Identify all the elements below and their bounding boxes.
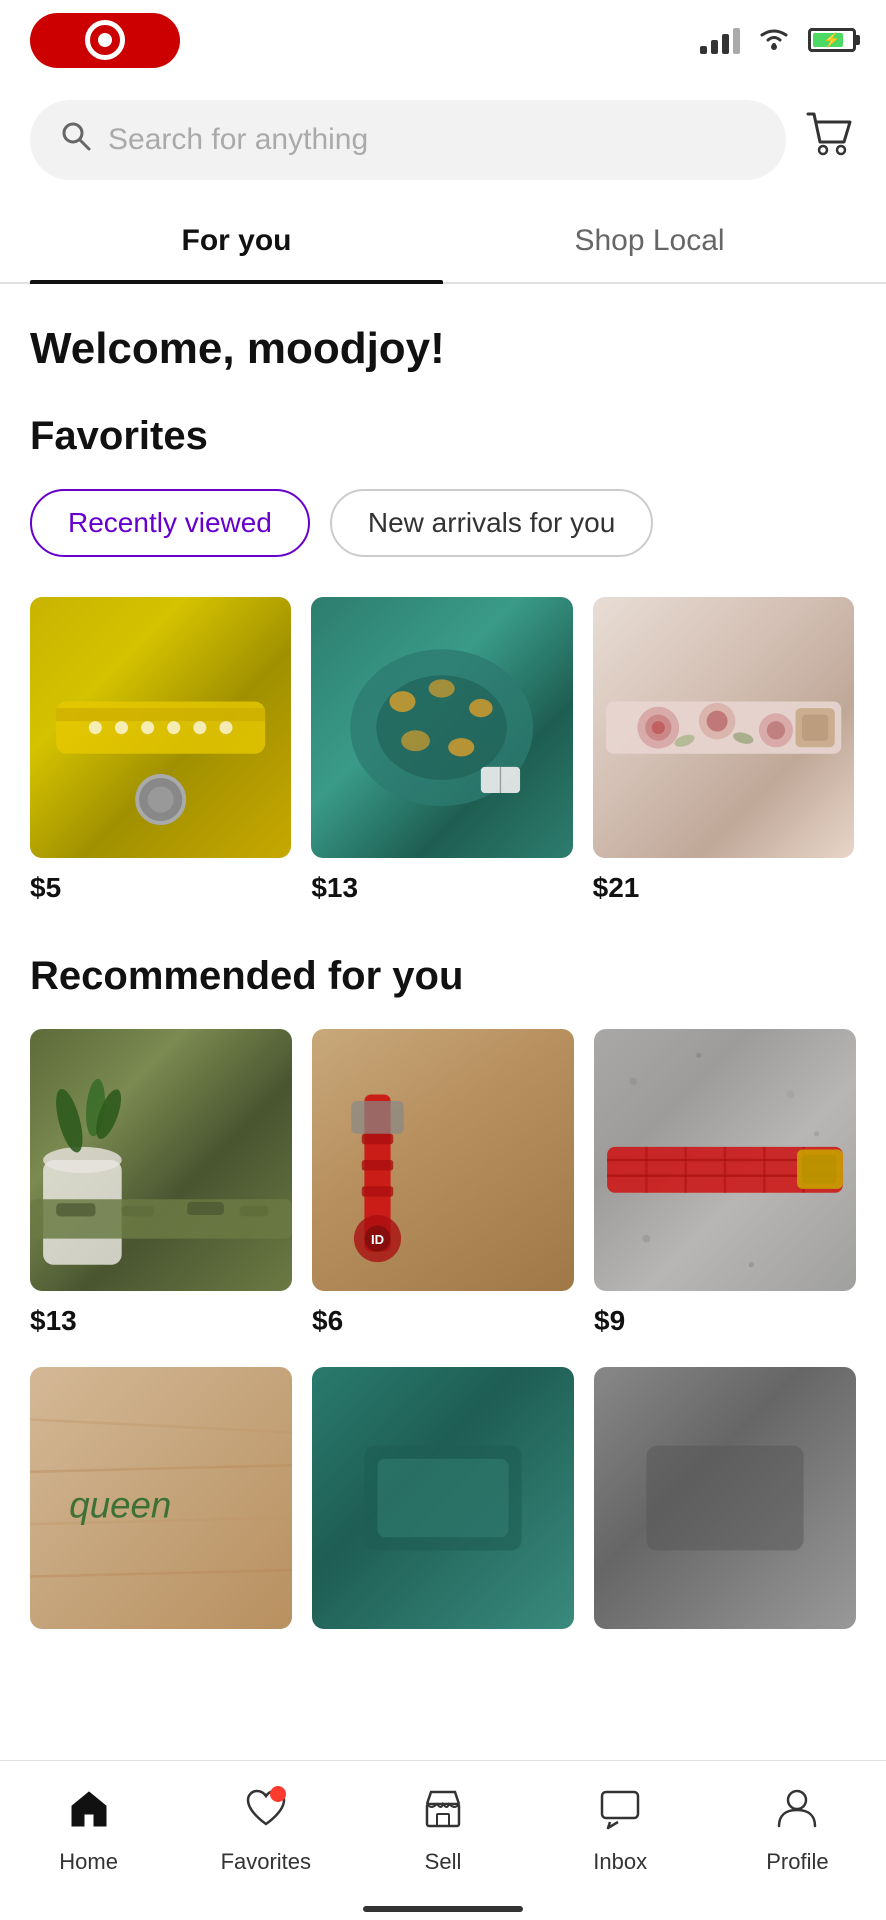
chat-icon: [598, 1786, 642, 1841]
product-image: queen: [30, 1367, 292, 1629]
product-image: [30, 597, 291, 858]
nav-favorites[interactable]: Favorites: [177, 1786, 354, 1875]
search-icon: [60, 120, 92, 160]
product-image: ID: [312, 1029, 574, 1291]
pill-recently-viewed[interactable]: Recently viewed: [30, 489, 310, 557]
product-card[interactable]: $5: [30, 597, 291, 904]
nav-inbox-label: Inbox: [593, 1849, 647, 1875]
product-image: [594, 1367, 856, 1629]
nav-sell-label: Sell: [425, 1849, 462, 1875]
product-image: [593, 597, 854, 858]
product-card[interactable]: [312, 1367, 574, 1643]
favorites-title: Favorites: [30, 414, 856, 459]
status-right: ⚡: [700, 23, 856, 58]
nav-home[interactable]: Home: [0, 1786, 177, 1875]
recommended-title: Recommended for you: [30, 954, 856, 999]
product-card[interactable]: $21: [593, 597, 854, 904]
search-bar-container: Search for anything: [0, 80, 886, 200]
wifi-icon: [756, 23, 792, 58]
welcome-text: Welcome, moodjoy!: [30, 324, 856, 374]
status-bar: ⚡: [0, 0, 886, 80]
svg-text:ID: ID: [371, 1232, 384, 1247]
recommended-grid-row2: queen: [30, 1367, 856, 1643]
pill-new-arrivals[interactable]: New arrivals for you: [330, 489, 653, 557]
product-card[interactable]: [594, 1367, 856, 1643]
product-card[interactable]: ID $6: [312, 1029, 574, 1337]
product-image: [311, 597, 572, 858]
main-content: Welcome, moodjoy! Favorites Recently vie…: [0, 284, 886, 1643]
recommended-section: Recommended for you: [30, 954, 856, 1643]
cart-icon[interactable]: [806, 112, 856, 169]
signal-icon: [700, 26, 740, 54]
person-icon: [775, 1786, 819, 1841]
svg-text:queen: queen: [69, 1485, 171, 1526]
product-card[interactable]: $13: [311, 597, 572, 904]
heart-icon: [244, 1786, 288, 1841]
nav-inbox[interactable]: Inbox: [532, 1786, 709, 1875]
product-image: [30, 1029, 292, 1291]
home-indicator: [363, 1906, 523, 1912]
nav-profile-label: Profile: [766, 1849, 828, 1875]
recommended-grid: $13 ID: [30, 1029, 856, 1337]
product-card[interactable]: $13: [30, 1029, 292, 1337]
tab-shop-local[interactable]: Shop Local: [443, 200, 856, 282]
home-icon: [67, 1786, 111, 1841]
search-bar[interactable]: Search for anything: [30, 100, 786, 180]
filter-pills: Recently viewed New arrivals for you: [30, 489, 856, 557]
nav-home-label: Home: [59, 1849, 118, 1875]
product-price: $5: [30, 872, 291, 904]
app-logo: [30, 13, 180, 68]
product-card[interactable]: queen: [30, 1367, 292, 1643]
product-image: [594, 1029, 856, 1291]
product-price: $13: [311, 872, 572, 904]
product-card[interactable]: $9: [594, 1029, 856, 1337]
product-price: $9: [594, 1305, 856, 1337]
store-icon: [421, 1786, 465, 1841]
tabs: For you Shop Local: [0, 200, 886, 284]
battery-icon: ⚡: [808, 28, 856, 52]
product-price: $21: [593, 872, 854, 904]
nav-favorites-label: Favorites: [221, 1849, 311, 1875]
product-image: [312, 1367, 574, 1629]
nav-profile[interactable]: Profile: [709, 1786, 886, 1875]
product-price: $13: [30, 1305, 292, 1337]
nav-sell[interactable]: Sell: [354, 1786, 531, 1875]
bottom-nav: Home Favorites Sell: [0, 1760, 886, 1920]
tab-for-you[interactable]: For you: [30, 200, 443, 282]
product-price: $6: [312, 1305, 574, 1337]
favorite-products-row: $5 $13: [30, 597, 856, 904]
search-placeholder: Search for anything: [108, 123, 756, 157]
